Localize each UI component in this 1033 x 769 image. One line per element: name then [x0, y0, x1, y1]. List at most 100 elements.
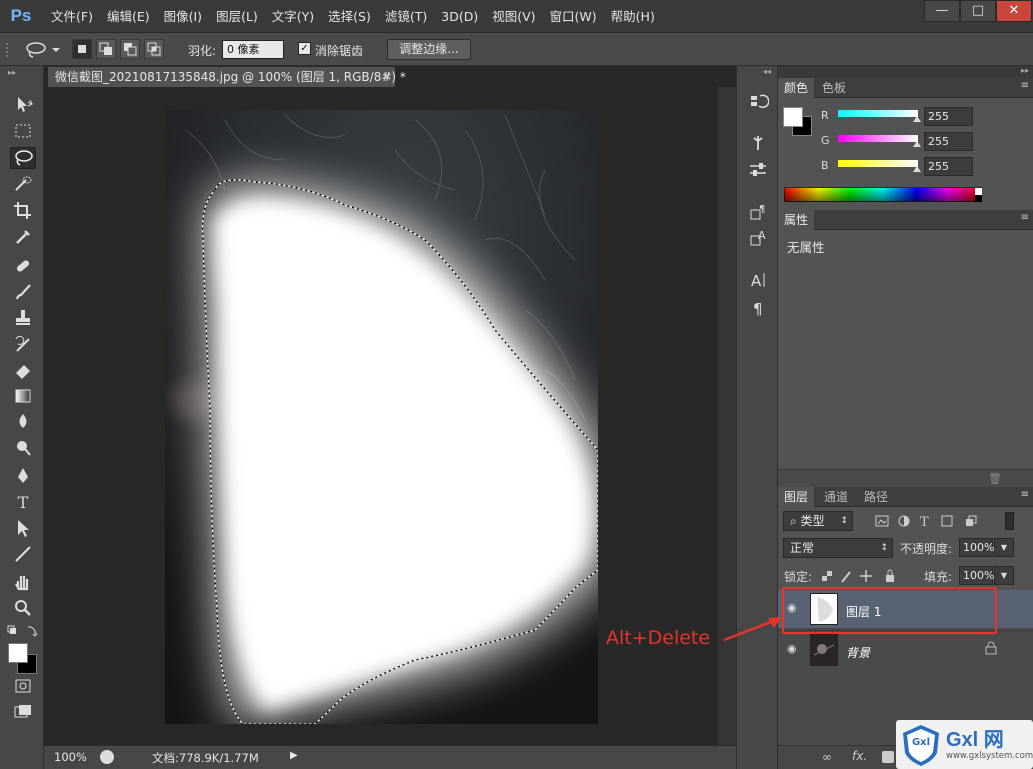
channel-g-slider[interactable] — [838, 135, 918, 142]
history-panel-icon[interactable] — [745, 92, 771, 114]
blur-tool-icon[interactable] — [10, 412, 36, 434]
fill-input[interactable]: 100% — [959, 566, 994, 585]
fill-dropdown-icon[interactable]: ▼ — [994, 566, 1014, 585]
move-tool-icon[interactable] — [10, 94, 36, 116]
minimize-button[interactable]: — — [924, 0, 960, 22]
menu-window[interactable]: 窗口(W) — [543, 8, 604, 26]
fx-icon[interactable]: fx. — [852, 749, 867, 763]
line-tool-icon[interactable] — [10, 544, 36, 566]
menu-view[interactable]: 视图(V) — [485, 8, 542, 26]
zoom-tool-icon[interactable] — [10, 598, 36, 620]
brush-tool-icon[interactable] — [10, 282, 36, 304]
intersect-selection-button[interactable] — [144, 39, 164, 59]
adjustments-icon[interactable] — [745, 160, 771, 182]
antialias-checkbox[interactable]: ✓ — [298, 42, 311, 55]
channel-b-slider[interactable] — [838, 160, 918, 167]
feather-input[interactable]: 0 像素 — [222, 40, 284, 59]
lock-icons[interactable] — [820, 568, 900, 584]
layer-filter-dropdown[interactable]: ⌕ 类型 ↕ — [783, 511, 853, 531]
channel-g-thumb[interactable] — [913, 141, 921, 147]
tab-color[interactable]: 颜色 — [778, 78, 815, 98]
add-selection-button[interactable] — [96, 39, 116, 59]
channel-b-thumb[interactable] — [913, 166, 921, 172]
opacity-input[interactable]: 100% — [959, 538, 994, 557]
color-panel-menu-icon[interactable]: ≡ — [1021, 80, 1029, 91]
lasso-preset-picker[interactable] — [22, 40, 62, 60]
blend-mode-dropdown[interactable]: 正常 ↕ — [783, 538, 893, 558]
menu-type[interactable]: 文字(Y) — [265, 8, 321, 26]
foreground-color-swatch[interactable] — [8, 643, 28, 663]
tab-properties[interactable]: 属性 — [778, 210, 815, 230]
layer-filter-toggle[interactable] — [1005, 512, 1014, 530]
spectrum-white-swatch[interactable] — [975, 188, 982, 195]
default-colors-icon[interactable] — [6, 624, 40, 638]
refine-edge-button[interactable]: 调整边缘... — [387, 39, 471, 60]
channel-r-slider[interactable] — [838, 110, 918, 117]
menu-help[interactable]: 帮助(H) — [604, 8, 662, 26]
path-selection-tool-icon[interactable] — [10, 518, 36, 540]
channel-b-value[interactable]: 255 — [924, 157, 973, 176]
maximize-button[interactable]: □ — [960, 0, 996, 22]
layers-panel-menu-icon[interactable]: ≡ — [1021, 489, 1029, 500]
status-arrow-icon[interactable]: ▶ — [290, 750, 298, 761]
tab-layers[interactable]: 图层 — [778, 487, 815, 507]
menu-select[interactable]: 选择(S) — [321, 8, 378, 26]
tool-presets-icon[interactable] — [745, 134, 771, 156]
clone-stamp-tool-icon[interactable] — [10, 308, 36, 330]
watermark-brand: Gxl 网 — [946, 729, 1004, 751]
menu-layer[interactable]: 图层(L) — [209, 8, 265, 26]
paragraph-styles-icon[interactable]: ¶ — [745, 202, 771, 224]
vertical-scrollbar[interactable] — [718, 87, 736, 745]
channel-r-thumb[interactable] — [913, 116, 921, 122]
screen-mode-icon[interactable] — [10, 702, 36, 724]
type-tool-icon[interactable]: T — [10, 492, 36, 514]
quick-selection-tool-icon[interactable] — [10, 174, 36, 196]
link-layers-icon[interactable]: ∞ — [822, 750, 832, 764]
status-menu-icon[interactable] — [100, 750, 114, 764]
menu-3d[interactable]: 3D(D) — [434, 8, 485, 26]
strip-collapse-icon[interactable]: ◂◂ — [763, 67, 771, 76]
blend-dropdown-arrow-icon: ↕ — [880, 543, 888, 553]
properties-panel-menu-icon[interactable]: ≡ — [1021, 212, 1029, 223]
close-window-button[interactable]: ✕ — [996, 0, 1032, 22]
tab-channels[interactable]: 通道 — [818, 487, 854, 507]
pen-tool-icon[interactable] — [10, 466, 36, 488]
subtract-selection-button[interactable] — [120, 39, 140, 59]
lasso-tool-icon[interactable] — [10, 147, 36, 169]
close-document-icon[interactable]: × — [382, 69, 392, 83]
new-selection-button[interactable] — [72, 39, 92, 59]
zoom-level[interactable]: 100% — [54, 750, 87, 764]
hand-tool-icon[interactable] — [10, 572, 36, 594]
menu-edit[interactable]: 编辑(E) — [100, 8, 157, 26]
toolbar-collapse-icon[interactable]: ▸▸ — [8, 68, 36, 77]
character-panel-icon[interactable]: A — [745, 270, 771, 292]
menu-file[interactable]: 文件(F) — [44, 8, 100, 26]
dodge-tool-icon[interactable] — [10, 438, 36, 460]
color-foreground-swatch[interactable] — [783, 107, 803, 127]
quick-mask-icon[interactable] — [10, 676, 36, 698]
menu-filter[interactable]: 滤镜(T) — [378, 8, 434, 26]
properties-trash-icon[interactable]: 🗑 — [988, 472, 1002, 485]
marquee-tool-icon[interactable] — [10, 121, 36, 143]
dock-collapse-icon[interactable]: ▸▸ — [1021, 66, 1029, 75]
image-canvas[interactable] — [165, 110, 598, 724]
history-brush-tool-icon[interactable] — [10, 334, 36, 356]
menu-image[interactable]: 图像(I) — [157, 8, 209, 26]
opacity-dropdown-icon[interactable]: ▼ — [994, 538, 1014, 557]
eyedropper-tool-icon[interactable] — [10, 226, 36, 248]
channel-g-value[interactable]: 255 — [924, 132, 973, 151]
spectrum-black-swatch[interactable] — [975, 195, 982, 202]
layer-name[interactable]: 背景 — [846, 644, 870, 661]
layer-row[interactable]: ◉ 背景 — [778, 630, 1033, 668]
channel-r-value[interactable]: 255 — [924, 107, 973, 126]
character-styles-icon[interactable]: A — [745, 228, 771, 250]
eraser-tool-icon[interactable] — [10, 360, 36, 382]
crop-tool-icon[interactable] — [10, 200, 36, 222]
document-tab[interactable]: 微信截图_20210817135848.jpg @ 100% (图层 1, RG… — [47, 66, 406, 87]
gradient-tool-icon[interactable] — [10, 386, 36, 408]
paragraph-panel-icon[interactable]: ¶ — [745, 298, 771, 320]
tab-swatches[interactable]: 色板 — [816, 78, 852, 98]
mask-icon[interactable] — [882, 751, 894, 763]
tab-paths[interactable]: 路径 — [858, 487, 894, 507]
healing-brush-tool-icon[interactable] — [10, 256, 36, 278]
